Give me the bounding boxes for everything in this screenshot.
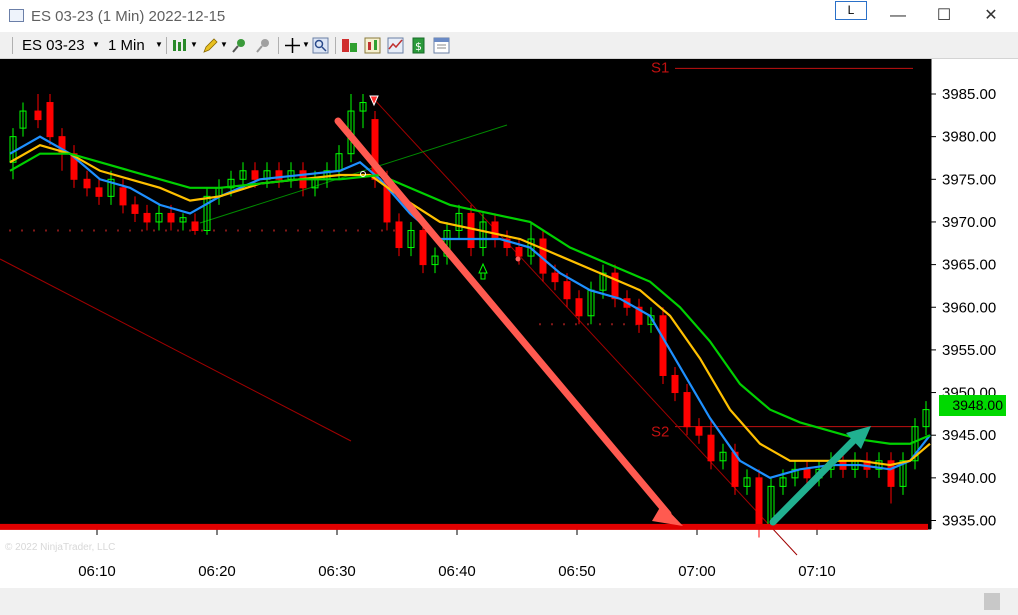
time-tick-label: 06:40 <box>438 563 476 580</box>
crosshair-dropdown-icon[interactable]: ▼ <box>302 40 310 49</box>
price-tick-label: 3955.00 <box>942 342 996 359</box>
minimize-button[interactable]: — <box>876 4 920 28</box>
price-chart[interactable]: 3985.00 3980.00 3975.00 3970.00 3965.00 3960.… <box>0 59 1018 615</box>
candle-down <box>563 281 571 300</box>
price-tick-label: 3960.00 <box>942 299 996 316</box>
time-tick-label: 07:10 <box>798 563 836 580</box>
time-axis-background <box>0 529 1018 588</box>
chart-style-icon[interactable] <box>387 37 404 54</box>
scrollbar-thumb[interactable] <box>984 593 1000 610</box>
magnify-icon[interactable] <box>312 37 329 54</box>
indicators-icon[interactable] <box>341 37 358 54</box>
candle-down <box>695 426 703 436</box>
interval-selector[interactable]: 1 Min <box>108 37 145 54</box>
toolbar-separator <box>335 37 336 54</box>
properties-icon[interactable]: $ <box>410 37 427 54</box>
candle-down <box>143 212 151 223</box>
strategies-icon[interactable] <box>364 37 381 54</box>
instrument-dropdown-icon[interactable]: ▼ <box>92 40 100 49</box>
window-title: ES 03-23 (1 Min) 2022-12-15 <box>31 8 226 25</box>
candle-down <box>467 212 475 249</box>
candle-down <box>34 110 42 121</box>
candle-down <box>167 212 175 223</box>
bars-dropdown-icon[interactable]: ▼ <box>190 40 198 49</box>
candle-down <box>551 272 559 283</box>
price-tick-label: 3940.00 <box>942 470 996 487</box>
candle-down <box>755 477 763 530</box>
zoom-in-icon[interactable] <box>231 37 248 54</box>
time-tick-label: 07:00 <box>678 563 716 580</box>
data-box-icon[interactable] <box>433 37 450 54</box>
instrument-selector[interactable]: ES 03-23 <box>22 37 85 54</box>
candle-down <box>707 434 715 462</box>
signal-dot <box>515 256 521 262</box>
chart-toolbar: ES 03-23 ▼ 1 Min ▼ ▼ ▼ ▼ $ <box>0 32 1018 59</box>
price-tick-label: 3975.00 <box>942 171 996 188</box>
time-tick-label: 06:20 <box>198 563 236 580</box>
plot-background <box>0 59 931 529</box>
candle-down <box>575 298 583 317</box>
s1-label: S1 <box>651 59 669 76</box>
copyright-text: © 2022 NinjaTrader, LLC <box>5 542 116 553</box>
svg-text:$: $ <box>415 40 422 53</box>
support-level-band <box>0 523 928 530</box>
candle-down <box>191 221 199 231</box>
time-tick-label: 06:50 <box>558 563 596 580</box>
maximize-button[interactable]: ☐ <box>922 4 966 28</box>
interval-dropdown-icon[interactable]: ▼ <box>155 40 163 49</box>
time-tick-label: 06:10 <box>78 563 116 580</box>
draw-dropdown-icon[interactable]: ▼ <box>220 40 228 49</box>
title-bar: ES 03-23 (1 Min) 2022-12-15 L — ☐ ✕ <box>0 0 1018 32</box>
chart-scrollbar[interactable] <box>0 588 1018 615</box>
price-tick-label: 3935.00 <box>942 513 996 530</box>
s2-label: S2 <box>651 424 669 441</box>
bars-icon[interactable] <box>172 37 189 54</box>
candle-down <box>491 221 499 240</box>
toolbar-separator <box>166 37 167 54</box>
last-price-marker: 3948.00 <box>939 395 1006 416</box>
candle-down <box>683 392 691 428</box>
price-tick-label: 3970.00 <box>942 214 996 231</box>
candle-down <box>251 170 259 180</box>
crosshair-icon[interactable] <box>284 37 301 54</box>
pencil-draw-icon[interactable] <box>202 37 219 54</box>
chart-panel[interactable]: 3985.00 3980.00 3975.00 3970.00 3965.00 3960.… <box>0 59 1018 615</box>
price-tick-label: 3945.00 <box>942 427 996 444</box>
candle-down <box>131 204 139 214</box>
candle-down <box>83 178 91 189</box>
candle-down <box>95 187 103 197</box>
toolbar-separator <box>278 37 279 54</box>
time-tick-label: 06:30 <box>318 563 356 580</box>
candle-down <box>515 247 523 257</box>
price-tick-label: 3965.00 <box>942 257 996 274</box>
candle-down <box>671 374 679 394</box>
candle-down <box>803 468 811 479</box>
candle-down <box>659 315 667 376</box>
price-tick-label: 3985.00 <box>942 86 996 103</box>
close-button[interactable]: ✕ <box>969 4 1013 28</box>
link-button[interactable]: L <box>835 1 867 20</box>
toolbar-grip <box>12 37 13 54</box>
chart-app-icon <box>9 9 24 22</box>
candle-down <box>611 272 619 300</box>
candle-down <box>119 187 127 206</box>
price-tick-label: 3980.00 <box>942 129 996 146</box>
candle-down <box>395 221 403 249</box>
candle-down <box>419 229 427 266</box>
candle-down <box>46 102 54 138</box>
zoom-out-icon[interactable] <box>255 37 272 54</box>
